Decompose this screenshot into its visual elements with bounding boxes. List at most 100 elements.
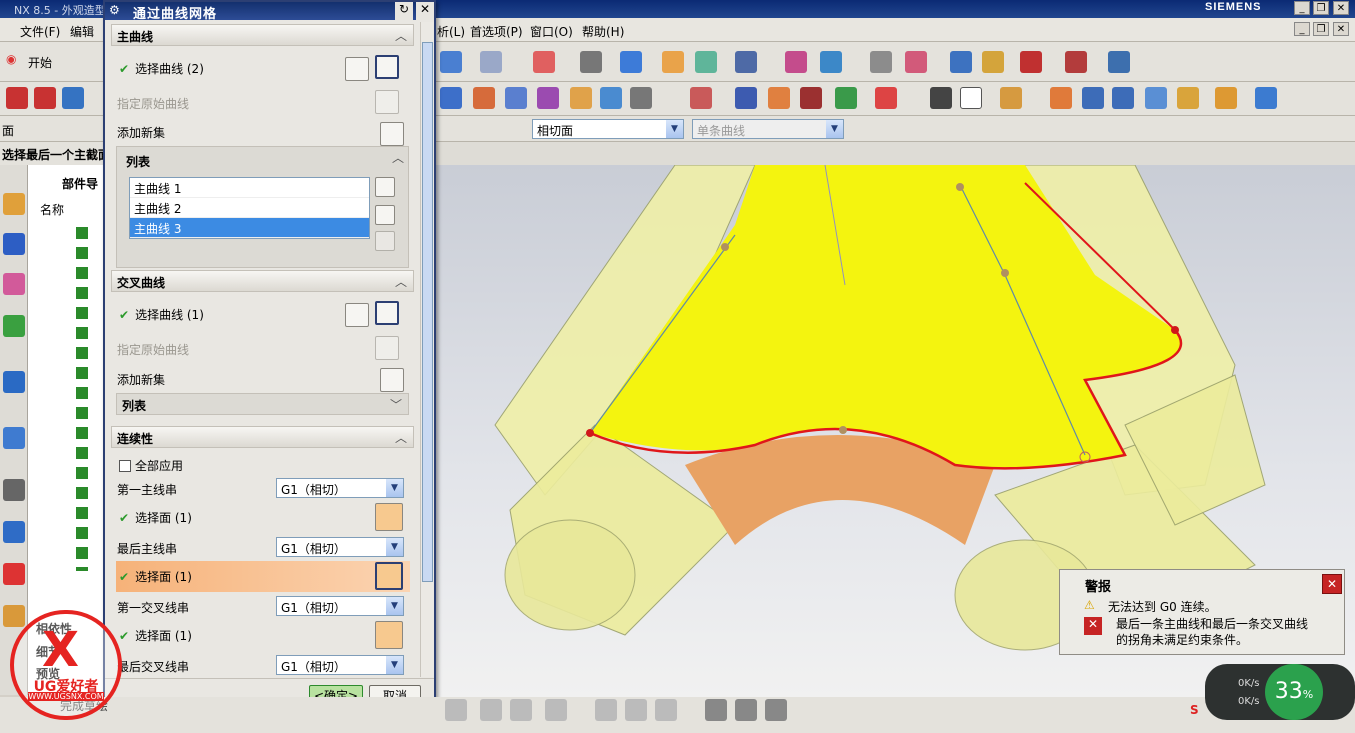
mesh-icon[interactable] (473, 87, 495, 109)
start-button[interactable]: 开始 (28, 54, 52, 71)
assembly-icon[interactable] (3, 193, 25, 215)
select-primary-curve[interactable]: ✔ 选择曲线 (2) (119, 60, 204, 77)
layout-icon[interactable] (930, 87, 952, 109)
angle-icon[interactable] (655, 699, 677, 721)
section-icon[interactable] (768, 87, 790, 109)
users-icon[interactable] (3, 605, 25, 627)
add-new-set[interactable]: 添加新集 (117, 371, 165, 388)
layer-settings-icon[interactable] (695, 51, 717, 73)
constraint-icon[interactable] (3, 233, 25, 255)
close-icon[interactable]: ✕ (1333, 1, 1349, 15)
list-item[interactable]: 主曲线 3 (130, 218, 369, 238)
specify-origin-curve[interactable]: 指定原始曲线 (117, 95, 189, 112)
dimension-icon[interactable] (1065, 51, 1087, 73)
solid-icon[interactable] (1255, 87, 1277, 109)
extend-icon[interactable] (600, 87, 622, 109)
face-select-icon[interactable] (375, 562, 403, 590)
list-item[interactable]: 主曲线 1 (130, 178, 369, 198)
sketch-trim-icon[interactable] (510, 699, 532, 721)
cross-list-header[interactable]: 列表 ﹀ (116, 393, 409, 415)
arrow-icon[interactable] (1020, 51, 1042, 73)
face-icon[interactable] (690, 87, 712, 109)
cube-icon[interactable] (620, 51, 642, 73)
snap-icon[interactable] (950, 51, 972, 73)
sketch-icon[interactable] (905, 51, 927, 73)
sketch-mirror-icon[interactable] (545, 699, 567, 721)
blend-icon[interactable] (537, 87, 559, 109)
sketch-line-icon[interactable] (445, 699, 467, 721)
doc-restore-icon[interactable]: ❐ (1313, 22, 1329, 36)
library-icon[interactable] (3, 315, 25, 337)
line-icon[interactable] (6, 87, 28, 109)
brush-icon[interactable] (1215, 87, 1237, 109)
close-icon[interactable]: ✕ (1322, 574, 1342, 594)
layer-icon[interactable] (662, 51, 684, 73)
clock-icon[interactable] (3, 479, 25, 501)
box-icon[interactable] (1177, 87, 1199, 109)
ime-icon[interactable]: S (1190, 703, 1199, 717)
primary-curve-list[interactable]: 主曲线 1 主曲线 2 主曲线 3 (129, 177, 370, 239)
curve-rule-select[interactable]: 单条曲线 ▼ (692, 119, 844, 139)
shade-icon[interactable] (835, 87, 857, 109)
render-icon[interactable] (580, 51, 602, 73)
table-icon[interactable] (3, 521, 25, 543)
minimize-icon[interactable]: _ (1294, 1, 1310, 15)
feature-icon[interactable] (1050, 87, 1072, 109)
gear-icon[interactable] (440, 51, 462, 73)
add-set-icon[interactable] (380, 368, 404, 392)
part-icon[interactable] (3, 273, 25, 295)
select-face-3[interactable]: ✔ 选择面 (1) (119, 627, 192, 644)
first-cross-select[interactable]: G1（相切） ▼ (276, 596, 404, 616)
name-column-header[interactable]: 名称 (40, 201, 64, 218)
memory-percent[interactable]: 33% (1265, 664, 1323, 720)
tool-icon[interactable] (982, 51, 1004, 73)
info-icon[interactable] (480, 51, 502, 73)
chevron-up-icon[interactable]: ︿ (392, 149, 404, 166)
parallel-icon[interactable] (595, 699, 617, 721)
doc-close-icon[interactable]: ✕ (1333, 22, 1349, 36)
menu-help[interactable]: 帮助(H) (582, 23, 624, 40)
reverse-direction-icon[interactable] (345, 57, 369, 81)
dialog-scrollbar[interactable] (420, 22, 434, 677)
sketch-arc-icon[interactable] (480, 699, 502, 721)
cross-curves-header[interactable]: 交叉曲线 ︿ (111, 270, 414, 292)
menu-edit[interactable]: 编辑 (70, 23, 94, 40)
book-icon[interactable] (1112, 87, 1134, 109)
remove-icon[interactable] (375, 177, 395, 197)
specify-origin-curve[interactable]: 指定原始曲线 (117, 341, 189, 358)
curvature-icon[interactable] (800, 87, 822, 109)
menu-file[interactable]: 文件(F) (20, 23, 60, 40)
flip-icon[interactable] (1145, 87, 1167, 109)
close-icon[interactable]: ✕ (416, 2, 434, 20)
apply-all-checkbox[interactable]: 全部应用 (119, 457, 183, 474)
pattern-icon[interactable] (1082, 87, 1104, 109)
reset-icon[interactable]: ↻ (395, 2, 413, 20)
web-icon[interactable] (3, 371, 25, 393)
constraint-icon[interactable] (625, 699, 647, 721)
list-icon[interactable] (870, 51, 892, 73)
face-select-icon[interactable] (375, 621, 403, 649)
list-item[interactable]: 主曲线 2 (130, 198, 369, 218)
measure-icon[interactable] (1108, 51, 1130, 73)
select-face-1[interactable]: ✔ 选择面 (1) (119, 509, 192, 526)
camera-icon[interactable] (735, 699, 757, 721)
curve-select-icon[interactable] (375, 301, 399, 325)
grid-icon[interactable] (705, 699, 727, 721)
last-cross-select[interactable]: G1（相切） ▼ (276, 655, 404, 675)
view-icon[interactable] (1000, 87, 1022, 109)
surface-icon[interactable] (440, 87, 462, 109)
move-icon[interactable] (820, 51, 842, 73)
menu-window[interactable]: 窗口(O) (530, 23, 573, 40)
transform-icon[interactable] (785, 51, 807, 73)
last-primary-select[interactable]: G1（相切） ▼ (276, 537, 404, 557)
gear-icon[interactable]: ⚙ (109, 3, 120, 17)
reverse-direction-icon[interactable] (345, 303, 369, 327)
blank-icon[interactable] (960, 87, 982, 109)
move-up-icon[interactable] (375, 205, 395, 225)
doc-minimize-icon[interactable]: _ (1294, 22, 1310, 36)
menu-analysis[interactable]: 析(L) (437, 23, 465, 40)
offset-icon[interactable] (570, 87, 592, 109)
globe-icon[interactable] (3, 427, 25, 449)
highlight-icon[interactable] (875, 87, 897, 109)
scroll-thumb[interactable] (422, 42, 433, 582)
